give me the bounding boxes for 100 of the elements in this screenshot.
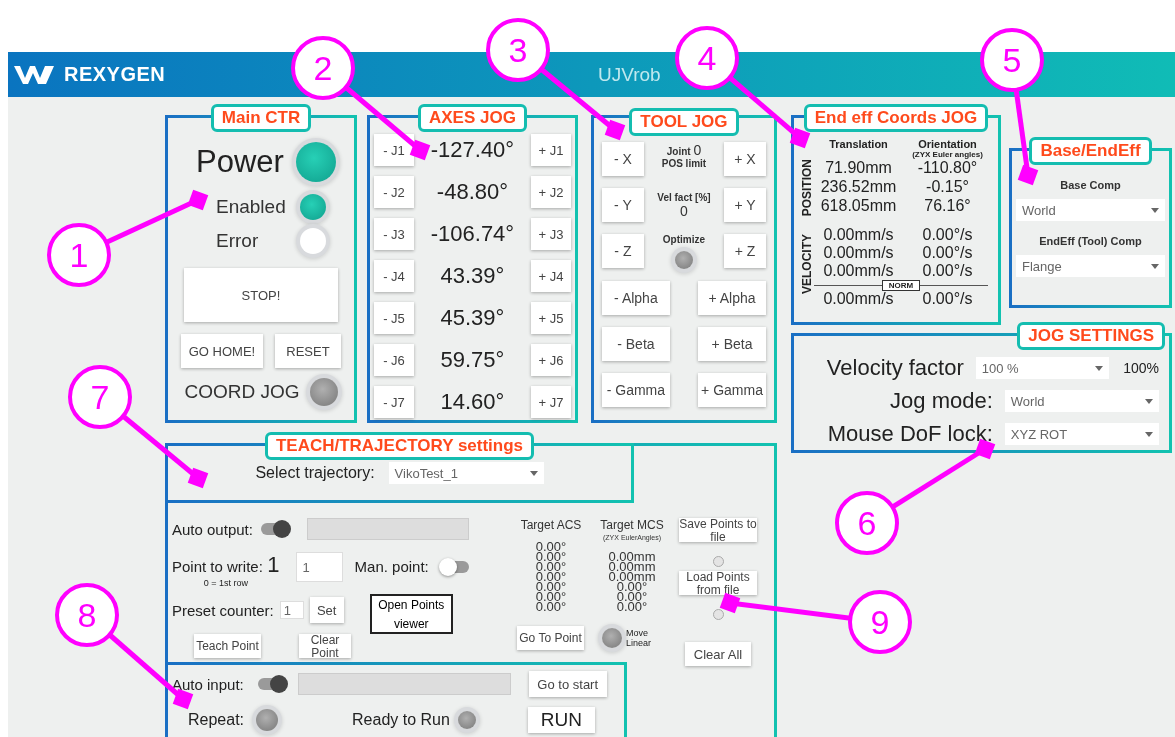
jog-minus-button[interactable]: - J3	[374, 218, 414, 250]
panel-title: Base/EndEff	[1029, 137, 1152, 165]
jog-plus-button[interactable]: + J6	[530, 344, 571, 376]
jog-plus-button[interactable]: + J3	[530, 218, 571, 250]
point-input[interactable]: 1	[295, 552, 343, 582]
coord-value: -0.15°	[925, 178, 970, 198]
joint-label: Joint 0	[666, 142, 702, 158]
action-button[interactable]: RESET	[275, 334, 341, 368]
jog-plus-button[interactable]: + Z	[724, 234, 766, 268]
output-field[interactable]	[306, 518, 469, 540]
teach-point-button[interactable]: Teach Point	[194, 634, 261, 658]
optimize-label: Optimize	[662, 234, 706, 245]
counter-input[interactable]: 1	[279, 601, 304, 619]
jog-minus-button[interactable]: - Z	[601, 234, 644, 268]
auto-output-label: Auto output:	[172, 520, 253, 538]
go-to-start-button[interactable]: Go to start	[528, 671, 607, 697]
set-button[interactable]: Set	[309, 597, 344, 623]
vel-fact-value: 0	[680, 202, 688, 219]
jog-minus-button[interactable]: - Beta	[601, 327, 670, 361]
target-value: 0.00°	[616, 582, 648, 592]
column-header: Translation	[828, 138, 889, 152]
jog-minus-button[interactable]: - J7	[374, 386, 414, 418]
jog-minus-button[interactable]: - J5	[374, 302, 414, 334]
panel-title: JOG SETTINGS	[1017, 322, 1165, 350]
target-value: 0.00°	[616, 592, 648, 602]
run-button[interactable]: RUN	[527, 707, 595, 733]
jog-minus-button[interactable]: - X	[601, 142, 644, 176]
jog-minus-button[interactable]: - J2	[374, 176, 414, 208]
target-value: 0.00°	[535, 552, 567, 562]
preset-counter-label: Preset counter:	[172, 602, 274, 619]
panel-title: End eff Coords JOG	[803, 104, 989, 132]
joint-value: 14.60°	[439, 389, 506, 415]
jog-plus-button[interactable]: + J2	[530, 176, 571, 208]
target-value: 0.00°	[535, 592, 567, 602]
action-button[interactable]: GO HOME!	[181, 334, 263, 368]
jog-plus-button[interactable]: + J5	[530, 302, 571, 334]
jog-plus-button[interactable]: + J7	[530, 386, 571, 418]
auto-input-label: Auto input:	[172, 675, 244, 693]
open-viewer-button[interactable]: Open Points viewer	[369, 594, 453, 634]
dropdown-caret-icon	[1145, 431, 1153, 437]
jog-plus-button[interactable]: + J4	[530, 260, 571, 292]
field-label: EndEff (Tool) Comp	[1038, 235, 1143, 247]
column-header: Target MCS	[600, 518, 664, 532]
comp-select[interactable]: World	[1016, 199, 1165, 221]
clear-all-button[interactable]: Clear All	[685, 642, 751, 666]
dropdown-caret-icon	[1145, 398, 1153, 404]
setting-select[interactable]: XYZ ROT	[1004, 423, 1159, 445]
coord-value: 618.05mm	[819, 197, 898, 217]
clear-point-button[interactable]: Clear Point	[299, 634, 351, 658]
target-value: 0.00°	[535, 572, 567, 582]
move-linear-label: Move Linear	[626, 628, 653, 648]
joint-value: 45.39°	[439, 305, 506, 331]
jog-plus-button[interactable]: + Alpha	[698, 281, 766, 315]
go-to-point-button[interactable]: Go To Point	[517, 626, 584, 650]
toggle-switch[interactable]	[442, 561, 469, 573]
coord-value: 236.52mm	[819, 178, 898, 198]
panel-title: TOOL JOG	[629, 108, 739, 136]
section-label: POSITION	[800, 159, 814, 217]
target-value: 0.00°	[616, 602, 648, 612]
jog-minus-button[interactable]: - J4	[374, 260, 414, 292]
field-label: Base Comp	[1059, 179, 1122, 191]
velocity-value: 0.00°/s	[921, 244, 974, 263]
target-value: 0.00°	[535, 602, 567, 612]
stop-button[interactable]: STOP!	[184, 268, 338, 322]
setting-label: Velocity factor	[825, 355, 964, 381]
save-points-button[interactable]: Save Points to file	[679, 518, 757, 542]
setting-reading: 100%	[1123, 360, 1159, 376]
jog-plus-button[interactable]: + Y	[724, 188, 766, 222]
joint-value: 59.75°	[439, 347, 506, 373]
setting-select[interactable]: World	[1004, 390, 1159, 412]
jog-plus-button[interactable]: + X	[724, 142, 766, 176]
input-field[interactable]	[297, 673, 511, 695]
dropdown-caret-icon	[1151, 263, 1159, 269]
target-value: 0.00mm	[608, 552, 656, 562]
joint-value: -106.74°	[429, 221, 516, 247]
panel-title: Main CTR	[210, 104, 312, 132]
comp-select[interactable]: Flange	[1016, 255, 1165, 277]
jog-minus-button[interactable]: - J1	[374, 134, 414, 166]
window-title: UJVrob	[598, 64, 661, 86]
dropdown-caret-icon	[1151, 207, 1159, 213]
coord-value: 71.90mm	[824, 159, 893, 178]
target-value: 0.00mm	[608, 562, 656, 572]
joint-value: -48.80°	[435, 179, 510, 205]
trajectory-select[interactable]: VikoTest_1	[388, 462, 544, 484]
repeat-label: Repeat:	[188, 711, 245, 729]
jog-plus-button[interactable]: + J1	[530, 134, 571, 166]
column-note: (ZYX Euler angles)	[911, 150, 984, 159]
jog-plus-button[interactable]: + Gamma	[698, 373, 766, 407]
jog-minus-button[interactable]: - J6	[374, 344, 414, 376]
jog-minus-button[interactable]: - Y	[601, 188, 644, 222]
vel-fact-label: Vel fact [%]	[657, 191, 711, 203]
joint-value: -127.40°	[429, 137, 516, 163]
indicator-label: Power	[196, 144, 284, 180]
ready-label: Ready to Run	[352, 711, 450, 729]
jog-minus-button[interactable]: - Gamma	[601, 373, 670, 407]
jog-minus-button[interactable]: - Alpha	[601, 281, 670, 315]
pos-limit-label: POS limit	[661, 158, 707, 169]
jog-plus-button[interactable]: + Beta	[698, 327, 766, 361]
velocity-value: 0.00°/s	[921, 226, 974, 245]
setting-select[interactable]: 100 %	[975, 357, 1110, 379]
